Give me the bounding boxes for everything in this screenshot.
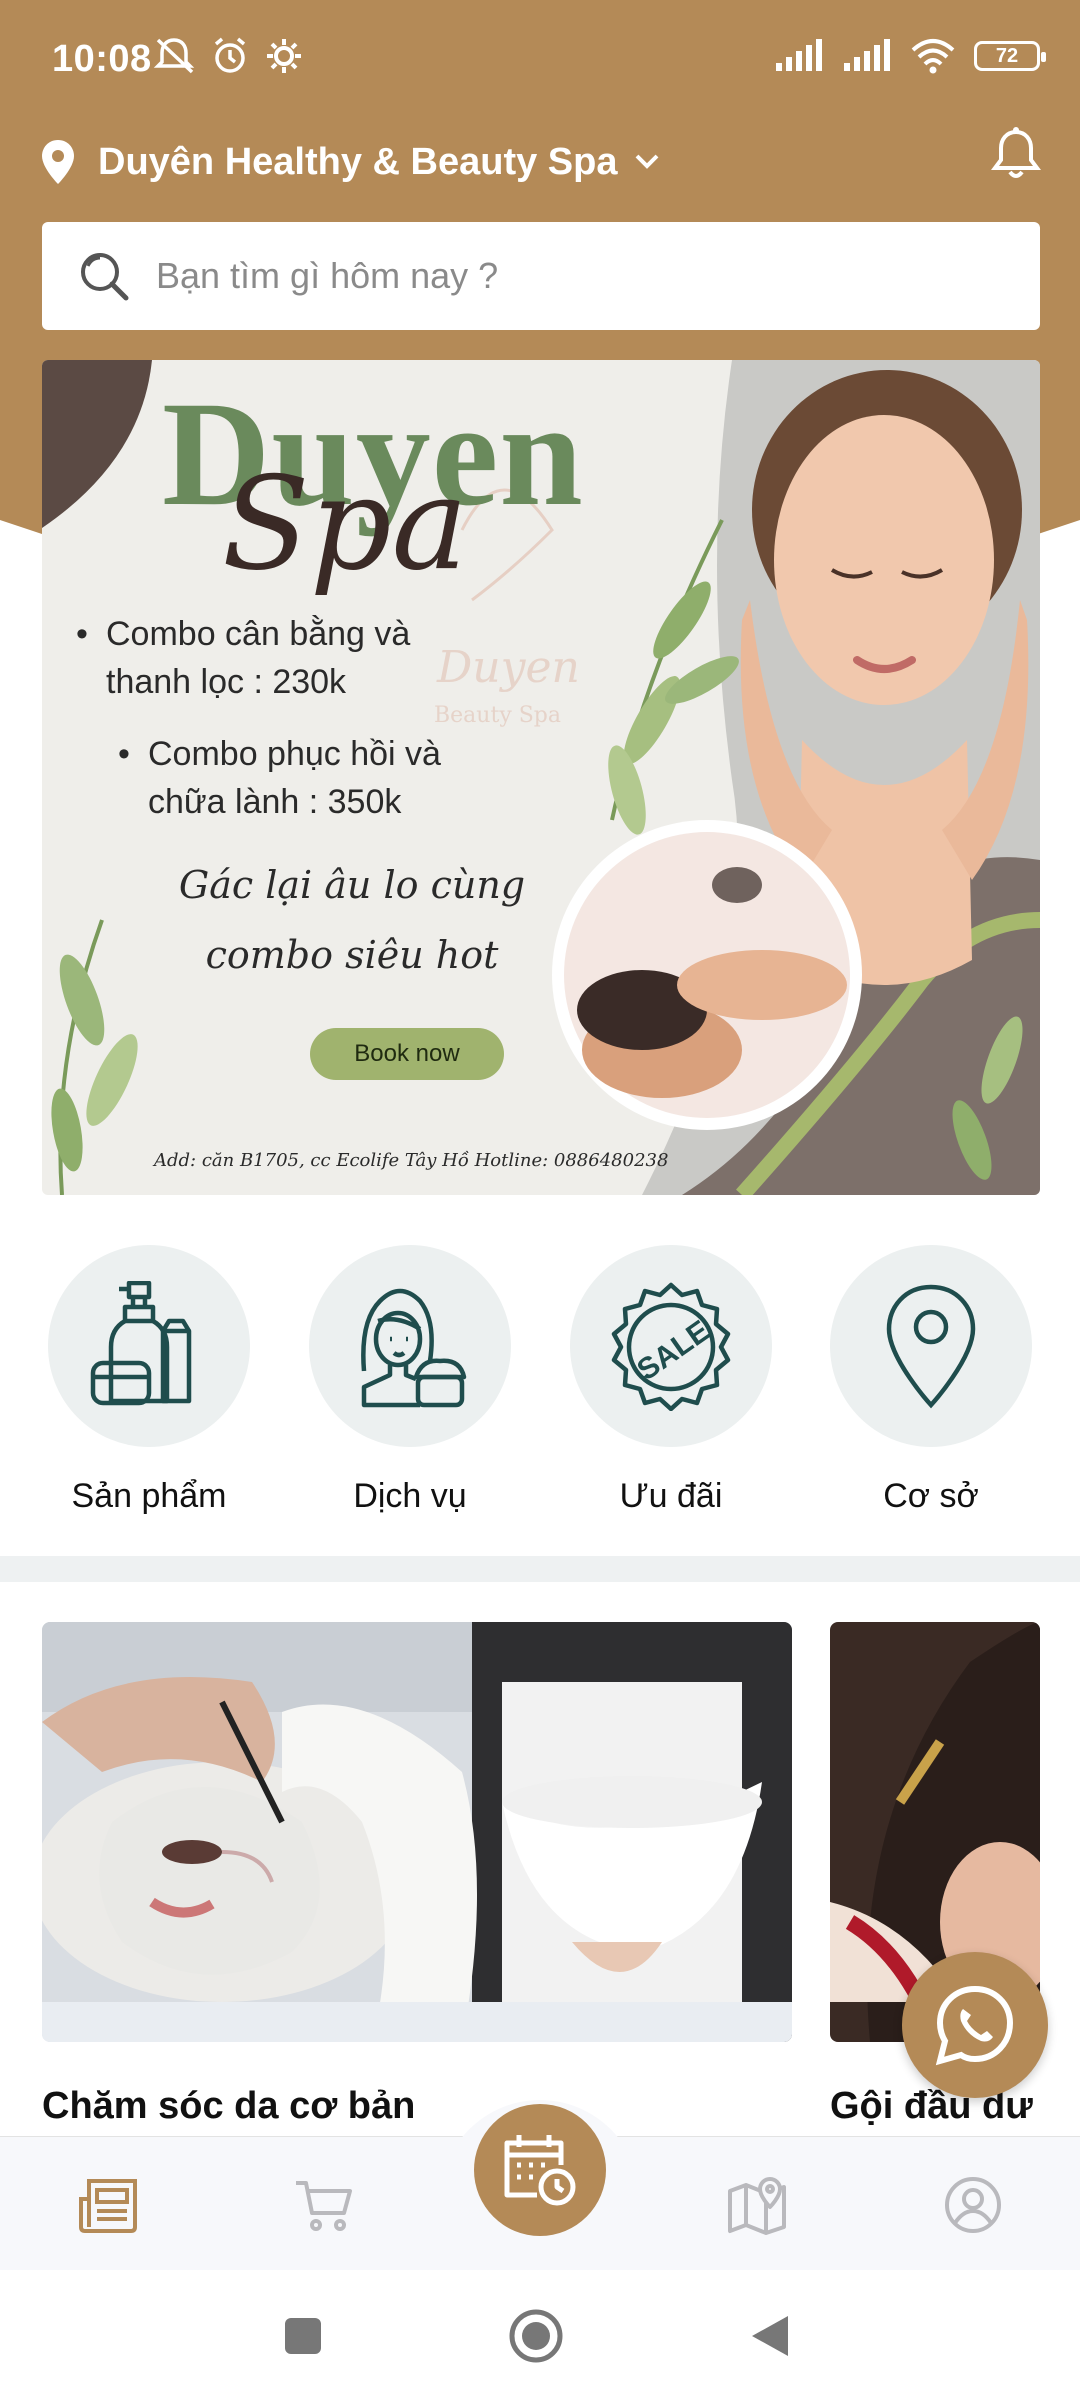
wifi-icon bbox=[911, 39, 955, 74]
search-icon bbox=[81, 253, 129, 301]
category-grid: Sản phẩm Dịch vụ SALE Ưu đãi Cơ sở bbox=[0, 1245, 1080, 1525]
watermark-title: Duyen bbox=[436, 642, 580, 693]
promo-banner[interactable]: Duyen Beauty Spa Duyen Spa Combo cân bằn… bbox=[42, 360, 1040, 1195]
banner-item-1: Combo cân bằng và thanh lọc : 230k bbox=[76, 610, 446, 706]
book-now-button[interactable]: Book now bbox=[310, 1028, 504, 1080]
location-name: Duyên Healthy & Beauty Spa bbox=[98, 140, 618, 183]
back-button-icon[interactable] bbox=[748, 2312, 792, 2360]
nav-profile[interactable] bbox=[935, 2167, 1011, 2243]
chevron-down-icon bbox=[636, 154, 659, 169]
whatsapp-icon bbox=[935, 1985, 1014, 2066]
category-label: Dịch vụ bbox=[353, 1477, 467, 1515]
nav-news[interactable] bbox=[70, 2167, 146, 2243]
facial-treatment-photo bbox=[42, 1622, 792, 2042]
home-button-icon[interactable] bbox=[508, 2308, 564, 2364]
location-pin-icon bbox=[42, 140, 74, 184]
nav-map[interactable] bbox=[719, 2167, 795, 2243]
nav-cart[interactable] bbox=[286, 2167, 362, 2243]
location-selector[interactable]: Duyên Healthy & Beauty Spa bbox=[40, 126, 661, 198]
status-time: 10:08 bbox=[52, 38, 152, 80]
category-offers[interactable]: SALE Ưu đãi bbox=[551, 1245, 791, 1516]
category-label: Cơ sở bbox=[883, 1477, 979, 1515]
cart-icon bbox=[296, 2181, 352, 2231]
category-locations[interactable]: Cơ sở bbox=[811, 1245, 1051, 1516]
settings-icon bbox=[267, 39, 301, 73]
alarm-icon bbox=[214, 37, 246, 73]
section-divider bbox=[0, 1556, 1080, 1582]
signal-icon bbox=[776, 39, 822, 71]
signal-icon-2 bbox=[844, 39, 890, 71]
whatsapp-button[interactable] bbox=[902, 1952, 1048, 2098]
category-label: Ưu đãi bbox=[619, 1477, 723, 1515]
sale-badge-icon: SALE bbox=[611, 1282, 731, 1411]
search-bar[interactable] bbox=[42, 222, 1040, 330]
search-input[interactable] bbox=[156, 255, 976, 297]
banner-tagline: Gác lại âu lo cùng combo siêu hot bbox=[178, 863, 526, 977]
banner-item-2: Combo phục hồi và chữa lành : 350k bbox=[118, 730, 488, 826]
woman-cream-icon bbox=[361, 1288, 467, 1408]
map-icon bbox=[728, 2177, 786, 2235]
banner-subtitle: Spa bbox=[222, 450, 468, 599]
news-icon bbox=[79, 2179, 137, 2233]
category-services[interactable]: Dịch vụ bbox=[290, 1245, 530, 1516]
watermark-subtitle: Beauty Spa bbox=[434, 703, 561, 728]
service-card-title[interactable]: Chăm sóc da cơ bản bbox=[42, 2085, 415, 2128]
nav-booking[interactable] bbox=[474, 2104, 606, 2236]
mute-icon bbox=[153, 38, 195, 74]
notification-bell-icon[interactable] bbox=[990, 126, 1042, 182]
cosmetics-icon bbox=[90, 1281, 192, 1406]
system-navigation-bar bbox=[0, 2270, 1080, 2400]
status-bar: 10:08 72 bbox=[0, 0, 1080, 120]
banner-footer: Add: căn B1705, cc Ecolife Tây Hồ Hotlin… bbox=[154, 1150, 669, 1171]
category-label: Sản phẩm bbox=[71, 1477, 227, 1515]
profile-icon bbox=[945, 2177, 1001, 2233]
category-products[interactable]: Sản phẩm bbox=[29, 1245, 269, 1516]
booking-calendar-icon bbox=[504, 2135, 576, 2206]
battery-indicator: 72 bbox=[974, 41, 1046, 71]
service-card-image[interactable] bbox=[42, 1622, 792, 2042]
recents-button-icon[interactable] bbox=[283, 2316, 323, 2356]
location-pin-icon bbox=[886, 1284, 976, 1409]
service-card-title-2[interactable]: Gội đầu dư bbox=[830, 2085, 1040, 2128]
